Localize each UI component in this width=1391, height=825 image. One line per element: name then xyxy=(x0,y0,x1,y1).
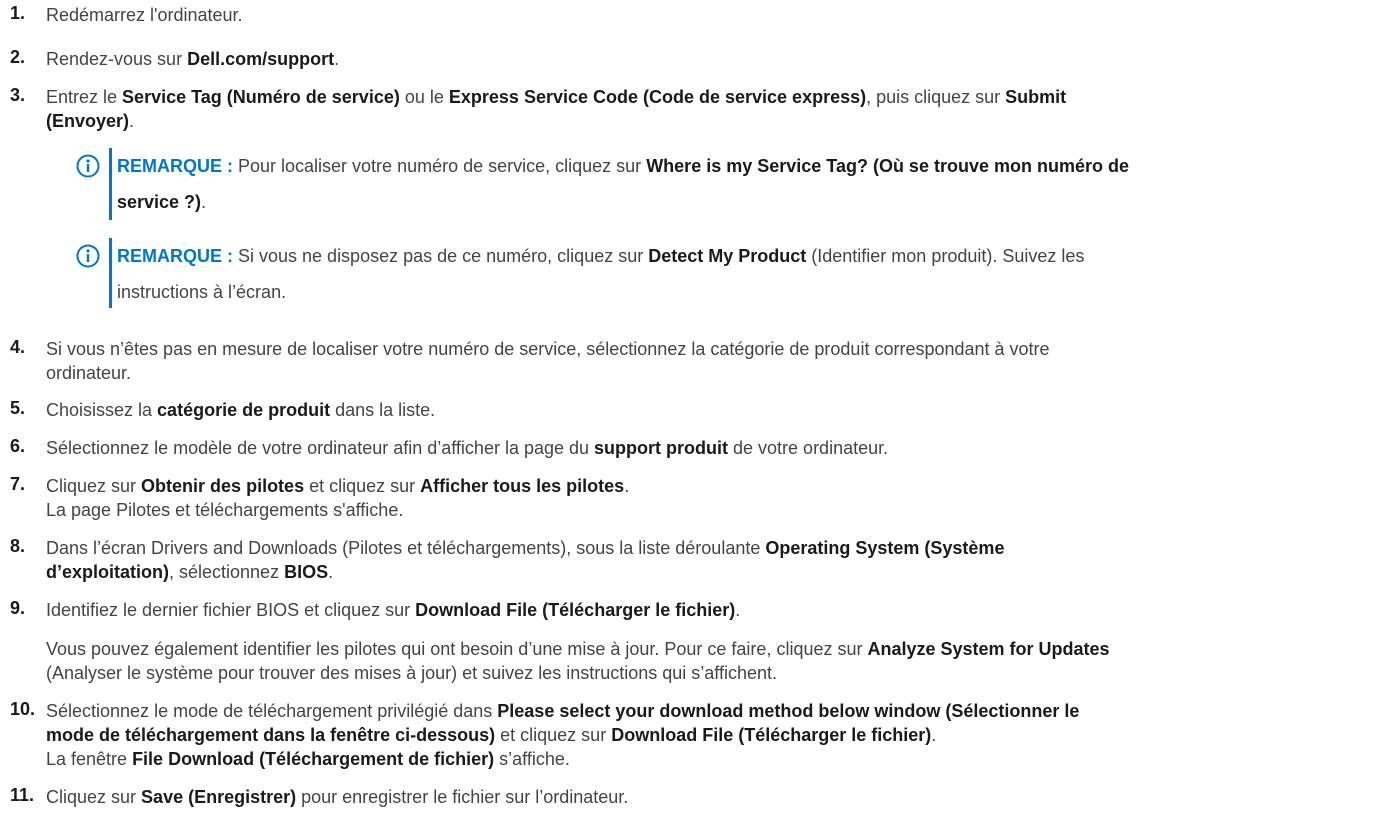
step-text: Choisissez la catégorie de produit dans … xyxy=(46,400,436,420)
bold-text: File Download (Téléchargement de fichier… xyxy=(132,749,495,769)
bold-text: service ?) xyxy=(117,192,202,212)
step-number: 3. xyxy=(10,85,26,105)
note-text: REMARQUE : Si vous ne disposez pas de ce… xyxy=(117,238,1386,310)
bold-text: Detect My Product xyxy=(648,246,807,266)
bold-text: Express Service Code (Code de service ex… xyxy=(448,87,867,107)
step-text: Sélectionnez le mode de téléchargement p… xyxy=(46,701,1080,769)
bold-text: mode de téléchargement dans la fenêtre c… xyxy=(46,725,496,745)
bold-text: BIOS xyxy=(284,562,329,582)
step-number: 1. xyxy=(10,3,26,23)
step-text: Sélectionnez le modèle de votre ordinate… xyxy=(46,438,889,458)
step-text: Redémarrez l'ordinateur. xyxy=(46,5,243,25)
step-number: 9. xyxy=(10,598,26,618)
bold-text: Download File (Télécharger le fichier) xyxy=(415,600,736,620)
step-number: 2. xyxy=(10,47,26,67)
bold-text: (Envoyer) xyxy=(46,111,130,131)
document: 1. Redémarrez l'ordinateur. 2. Rendez-vo… xyxy=(0,0,1391,825)
step-number: 5. xyxy=(10,398,26,418)
bold-text: Download File (Télécharger le fichier) xyxy=(611,725,932,745)
step-text: Entrez le Service Tag (Numéro de service… xyxy=(46,87,1067,131)
bold-text: Obtenir des pilotes xyxy=(141,476,305,496)
step-text: Cliquez sur Obtenir des pilotes et cliqu… xyxy=(46,476,630,520)
info-icon xyxy=(76,154,100,178)
bold-text: Where is my Service Tag? (Où se trouve m… xyxy=(646,156,1129,176)
step-number: 10. xyxy=(10,699,36,719)
bold-text: Save (Enregistrer) xyxy=(141,787,297,807)
bold-text: catégorie de produit xyxy=(157,400,331,420)
bold-text: Dell.com/support xyxy=(187,49,335,69)
step-text: Vous pouvez également identifier les pil… xyxy=(46,639,1110,683)
note-body: Si vous ne disposez pas de ce numéro, cl… xyxy=(117,246,1085,302)
step-text: Si vous n’êtes pas en mesure de localise… xyxy=(46,339,1050,383)
note-bar xyxy=(109,238,112,308)
bold-text: d’exploitation) xyxy=(46,562,169,582)
note-body: Pour localiser votre numéro de service, … xyxy=(117,156,1129,212)
step-text: Identifiez le dernier fichier BIOS et cl… xyxy=(46,600,741,620)
bold-text: Afficher tous les pilotes xyxy=(420,476,625,496)
step-number: 4. xyxy=(10,337,26,357)
step-text: Dans l’écran Drivers and Downloads (Pilo… xyxy=(46,538,1005,582)
bold-text: Service Tag (Numéro de service) xyxy=(122,87,400,107)
step-number: 8. xyxy=(10,536,26,556)
note-label: REMARQUE : xyxy=(117,156,233,176)
bold-text: Please select your download method below… xyxy=(497,701,1080,721)
bold-text: Analyze System for Updates xyxy=(867,639,1110,659)
step-text: Cliquez sur Save (Enregistrer) pour enre… xyxy=(46,787,629,807)
step-number: 6. xyxy=(10,436,26,456)
note-text: REMARQUE : Pour localiser votre numéro d… xyxy=(117,148,1386,220)
note-bar xyxy=(109,148,112,220)
bold-text: Operating System (Système xyxy=(765,538,1005,558)
step-number: 7. xyxy=(10,474,26,494)
note-label: REMARQUE : xyxy=(117,246,233,266)
note: REMARQUE : Si vous ne disposez pas de ce… xyxy=(76,238,1386,308)
note: REMARQUE : Pour localiser votre numéro d… xyxy=(76,148,1386,220)
step-number: 11. xyxy=(10,785,35,805)
bold-text: support produit xyxy=(594,438,729,458)
step-text: Rendez-vous sur Dell.com/support. xyxy=(46,49,340,69)
info-icon xyxy=(76,244,100,268)
bold-text: Submit xyxy=(1005,87,1067,107)
